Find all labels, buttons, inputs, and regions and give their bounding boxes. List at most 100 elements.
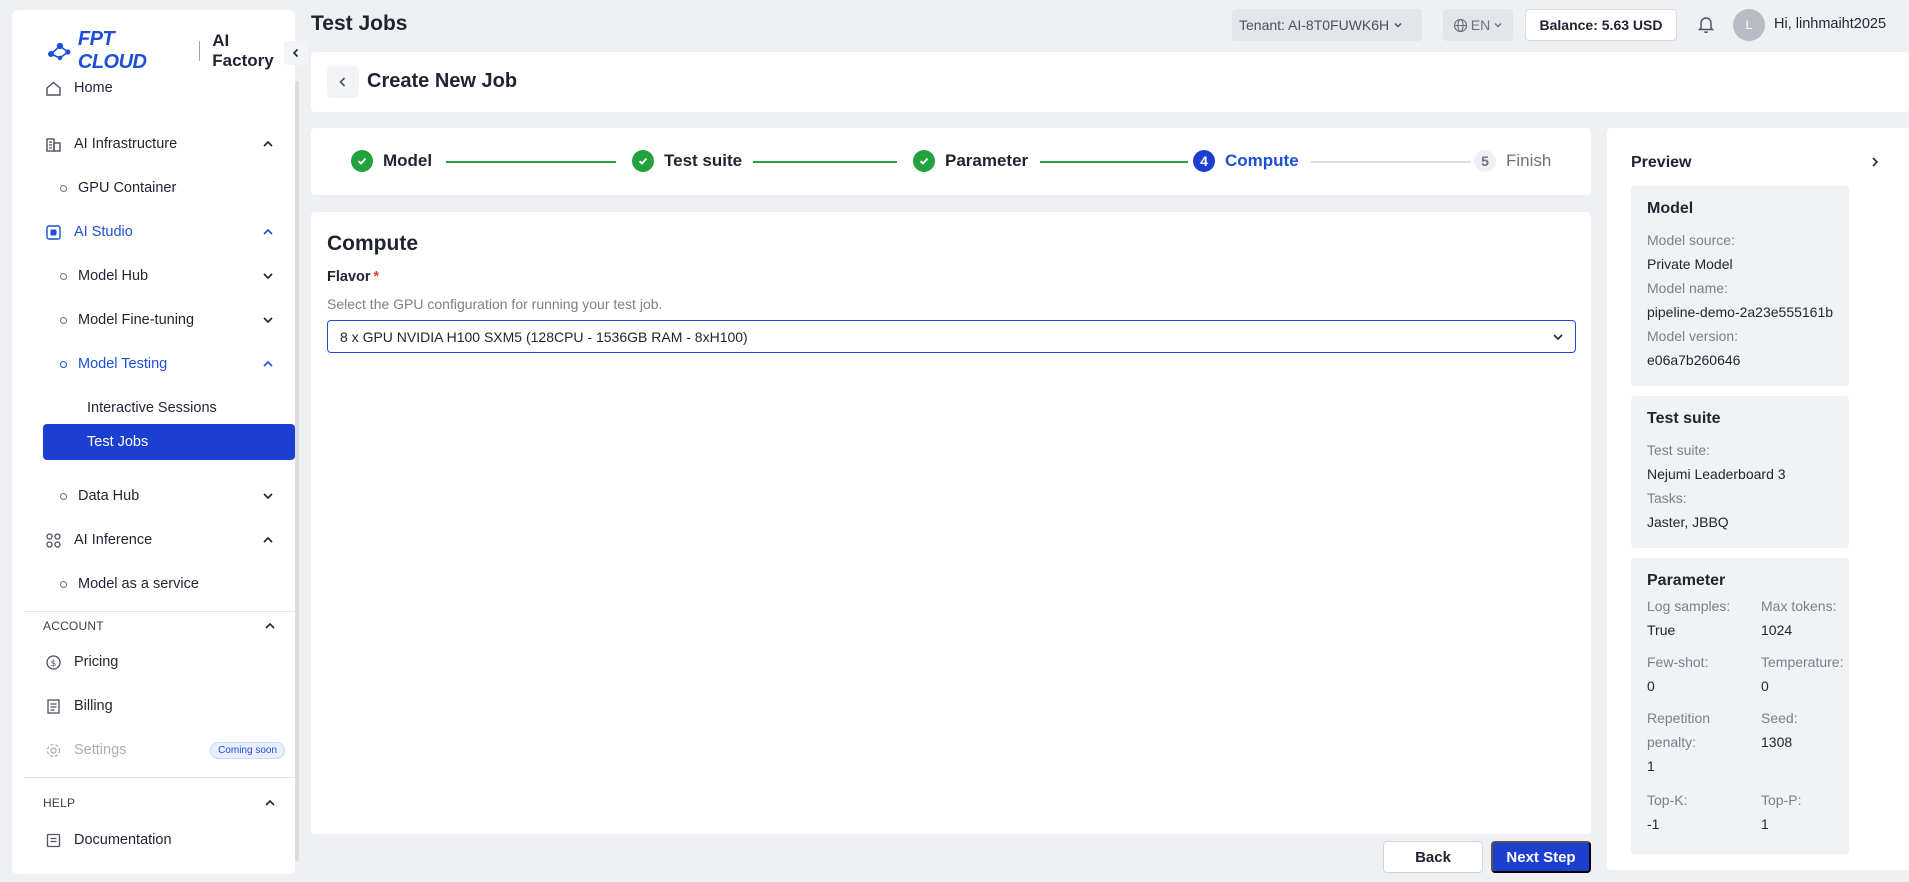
ai-studio-icon <box>44 223 62 241</box>
chevron-right-icon[interactable] <box>1868 155 1882 169</box>
gear-icon <box>44 741 62 759</box>
sidebar-item-label: Home <box>74 80 113 96</box>
back-arrow-button[interactable] <box>327 66 359 98</box>
sidebar-item-label: AI Inference <box>74 532 153 548</box>
preview-tasks-value: Jaster, JBBQ <box>1647 514 1729 530</box>
sidebar-item-data-hub[interactable]: Data Hub <box>30 478 295 514</box>
param-top-k-value: -1 <box>1647 816 1660 832</box>
step-number: 4 <box>1193 150 1215 172</box>
section-label-help: HELP <box>43 796 76 810</box>
sidebar-item-label: Model as a service <box>78 576 199 592</box>
preview-model-name-value: pipeline-demo-2a23e555161b <box>1647 304 1834 320</box>
document-icon <box>44 831 62 849</box>
bullet-dot-icon <box>60 316 67 324</box>
param-temperature-value: 0 <box>1761 678 1769 694</box>
sidebar: FPT CLOUD AI Factory Home AI Infrastruct… <box>12 10 308 874</box>
step-finish[interactable]: 5 Finish <box>1474 149 1551 173</box>
param-max-tokens-value: 1024 <box>1761 622 1793 638</box>
user-greeting[interactable]: Hi, linhmaiht2025 <box>1774 16 1886 32</box>
preview-parameter-heading: Parameter <box>1647 572 1726 589</box>
preview-parameter-card: Parameter Log samples: True Max tokens: … <box>1631 558 1849 854</box>
step-connector <box>1040 161 1188 163</box>
param-top-k-label: Top-K: <box>1647 792 1688 808</box>
compute-title: Compute <box>327 232 418 255</box>
next-step-button[interactable]: Next Step <box>1491 841 1591 873</box>
bell-icon[interactable] <box>1695 13 1717 35</box>
sidebar-item-ai-infrastructure[interactable]: AI Infrastructure <box>30 126 295 162</box>
sidebar-item-settings: Settings Coming soon <box>30 732 295 768</box>
sidebar-item-label: GPU Container <box>78 180 177 196</box>
preview-model-name-label: Model name: <box>1647 280 1728 296</box>
avatar[interactable]: L <box>1733 9 1765 41</box>
step-label: Compute <box>1225 151 1299 170</box>
sidebar-scrollbar[interactable] <box>295 81 299 861</box>
sidebar-divider <box>24 777 295 778</box>
sidebar-item-label: Data Hub <box>78 488 140 504</box>
sidebar-item-pricing[interactable]: $ Pricing <box>30 644 295 680</box>
sidebar-item-label: Settings <box>74 742 127 758</box>
sidebar-item-home[interactable]: Home <box>30 70 295 106</box>
chevron-down-icon <box>263 273 273 280</box>
section-label-account: ACCOUNT <box>43 619 104 633</box>
sidebar-item-model-testing[interactable]: Model Testing <box>30 346 295 382</box>
flavor-select[interactable]: 8 x GPU NVIDIA H100 SXM5 (128CPU - 1536G… <box>327 320 1576 353</box>
sidebar-item-model-fine-tuning[interactable]: Model Fine-tuning <box>30 302 295 338</box>
param-few-shot-label: Few-shot: <box>1647 654 1709 670</box>
fpt-logo-icon <box>47 42 71 61</box>
chevron-left-icon <box>292 48 299 58</box>
sidebar-item-test-jobs[interactable]: Test Jobs <box>43 424 295 460</box>
step-model[interactable]: Model <box>351 149 432 173</box>
sidebar-item-label: AI Infrastructure <box>74 136 178 152</box>
language-label: EN <box>1470 17 1491 33</box>
sidebar-item-label: Model Fine-tuning <box>78 312 195 328</box>
create-job-title: Create New Job <box>367 70 518 92</box>
brand-logo[interactable]: FPT CLOUD AI Factory <box>46 28 295 73</box>
step-number: 5 <box>1474 150 1496 172</box>
brand-separator <box>199 41 201 61</box>
chevron-down-icon <box>263 317 273 324</box>
check-circle-icon <box>351 150 373 172</box>
tenant-label: Tenant: AI-8T0FUWK6H <box>1239 17 1390 33</box>
sidebar-item-billing[interactable]: Billing <box>30 688 295 724</box>
preview-model-version-label: Model version: <box>1647 328 1739 344</box>
sidebar-item-model-hub[interactable]: Model Hub <box>30 258 295 294</box>
step-compute[interactable]: 4 Compute <box>1193 149 1299 173</box>
sidebar-item-label: Model Testing <box>78 356 168 372</box>
sidebar-item-model-as-a-service[interactable]: Model as a service <box>30 566 295 602</box>
balance-display[interactable]: Balance: 5.63 USD <box>1525 9 1677 41</box>
param-repetition-value: 1 <box>1647 758 1655 774</box>
preview-model-source-label: Model source: <box>1647 232 1735 248</box>
back-button[interactable]: Back <box>1383 841 1483 873</box>
step-parameter[interactable]: Parameter <box>913 149 1028 173</box>
step-label: Model <box>383 151 433 170</box>
param-repetition-label-line2: penalty: <box>1647 734 1697 750</box>
chevron-up-icon <box>263 360 273 367</box>
wizard-stepper: Model Test suite Parameter 4 Compute 5 F… <box>311 128 1591 195</box>
step-connector <box>753 161 897 163</box>
flavor-label-text: Flavor <box>327 269 371 285</box>
sidebar-item-ai-inference[interactable]: AI Inference <box>30 522 295 558</box>
preview-model-version-value: e06a7b260646 <box>1647 352 1741 368</box>
chevron-down-icon <box>1394 23 1402 28</box>
sidebar-item-documentation[interactable]: Documentation <box>30 822 295 858</box>
chevron-up-icon[interactable] <box>263 619 277 633</box>
coming-soon-badge: Coming soon <box>210 742 285 759</box>
step-test-suite[interactable]: Test suite <box>632 149 742 173</box>
bullet-dot-icon <box>60 360 67 368</box>
preview-model-card: Model Model source: Private Model Model … <box>1631 186 1849 386</box>
tenant-selector[interactable]: Tenant: AI-8T0FUWK6H <box>1232 9 1422 41</box>
sidebar-item-label: Interactive Sessions <box>87 400 217 416</box>
step-label: Test suite <box>664 151 743 170</box>
bullet-dot-icon <box>60 184 67 192</box>
param-temperature-label: Temperature: <box>1761 654 1844 670</box>
sidebar-item-ai-studio[interactable]: AI Studio <box>30 214 295 250</box>
sidebar-item-interactive-sessions[interactable]: Interactive Sessions <box>30 390 295 426</box>
chevron-up-icon[interactable] <box>263 796 277 810</box>
sidebar-item-gpu-container[interactable]: GPU Container <box>30 170 295 206</box>
param-seed-value: 1308 <box>1761 734 1793 750</box>
language-selector[interactable]: EN <box>1443 9 1513 41</box>
sidebar-item-label: Billing <box>74 698 113 714</box>
collapse-sidebar-button[interactable] <box>284 41 308 65</box>
bullet-dot-icon <box>60 580 67 588</box>
svg-text:$: $ <box>50 659 56 669</box>
